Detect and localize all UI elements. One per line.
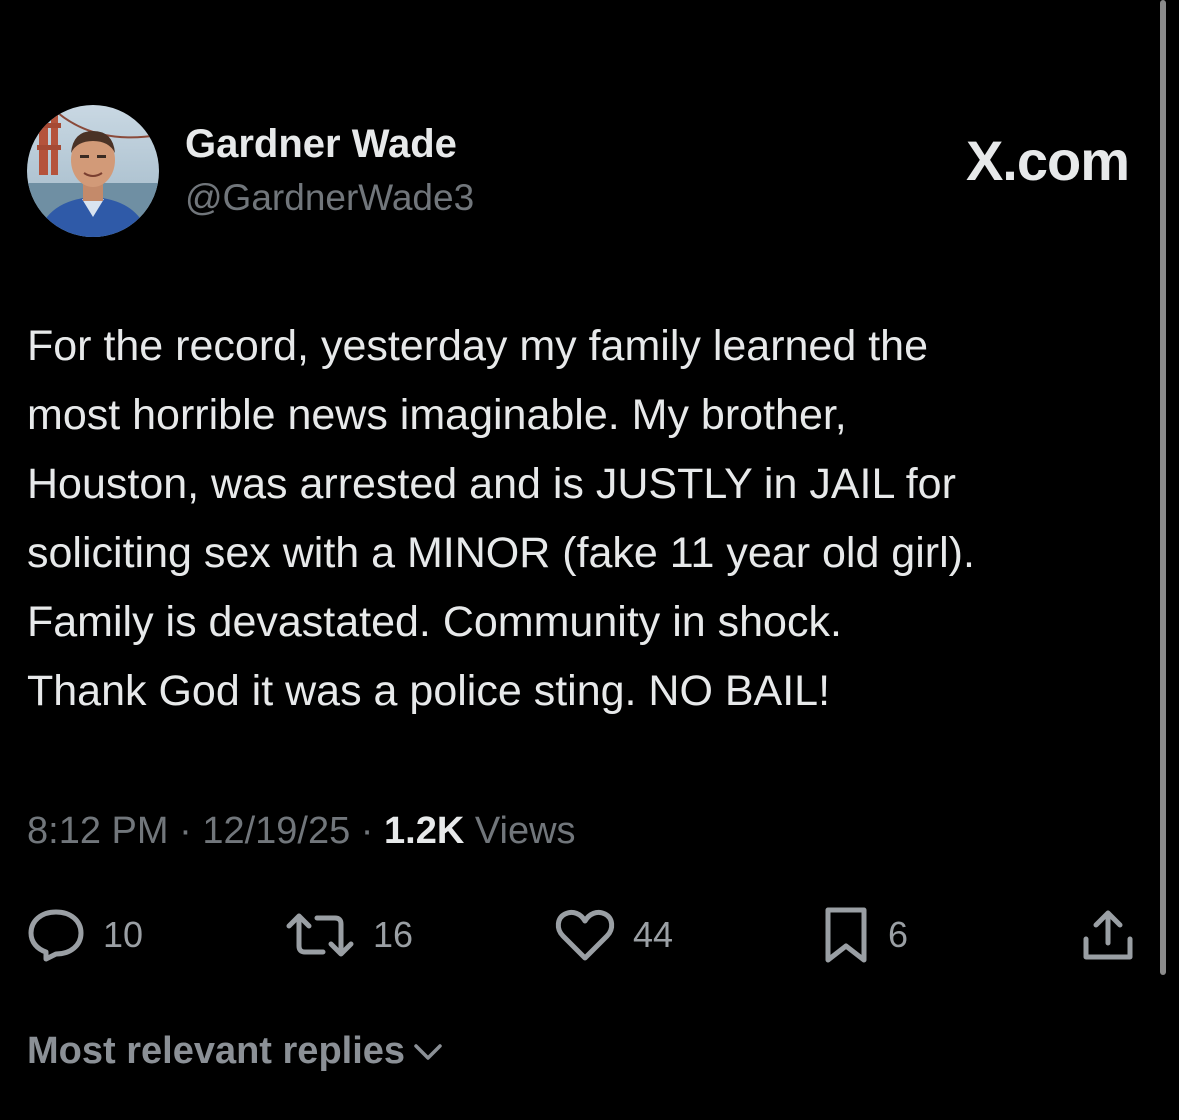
reply-button[interactable]: 10	[27, 905, 143, 965]
avatar[interactable]	[27, 105, 159, 237]
tweet-meta: 8:12 PM · 12/19/25 · 1.2K Views	[27, 810, 576, 853]
bookmark-count: 6	[888, 914, 909, 955]
share-button[interactable]	[1080, 905, 1136, 965]
reply-count: 10	[103, 914, 144, 955]
tweet-date[interactable]: 12/19/25	[202, 810, 350, 852]
repost-button[interactable]: 16	[285, 905, 413, 965]
replies-sort-label: Most relevant replies	[27, 1030, 406, 1072]
share-icon	[1080, 907, 1136, 963]
meta-separator: ·	[360, 810, 374, 852]
like-button[interactable]: 44	[555, 905, 673, 965]
tweet-text: For the record, yesterday my family lear…	[27, 322, 975, 715]
bookmark-icon	[822, 906, 870, 964]
repost-count: 16	[373, 914, 414, 955]
tweet-time[interactable]: 8:12 PM	[27, 810, 169, 852]
author-handle[interactable]: @GardnerWade3	[185, 177, 474, 219]
chevron-down-icon	[405, 1042, 443, 1062]
author-name[interactable]: Gardner Wade	[185, 122, 457, 167]
bookmark-button[interactable]: 6	[822, 905, 908, 965]
views-count[interactable]: 1.2K	[384, 810, 464, 852]
views-label[interactable]: Views	[475, 810, 576, 852]
scrollbar[interactable]	[1160, 0, 1166, 975]
reply-icon	[27, 908, 85, 962]
like-count: 44	[633, 914, 674, 955]
replies-sort-dropdown[interactable]: Most relevant replies	[27, 1030, 443, 1073]
meta-separator: ·	[179, 810, 192, 852]
repost-icon	[285, 908, 355, 962]
heart-icon	[555, 908, 615, 962]
brand-logo: X.com	[965, 129, 1130, 192]
